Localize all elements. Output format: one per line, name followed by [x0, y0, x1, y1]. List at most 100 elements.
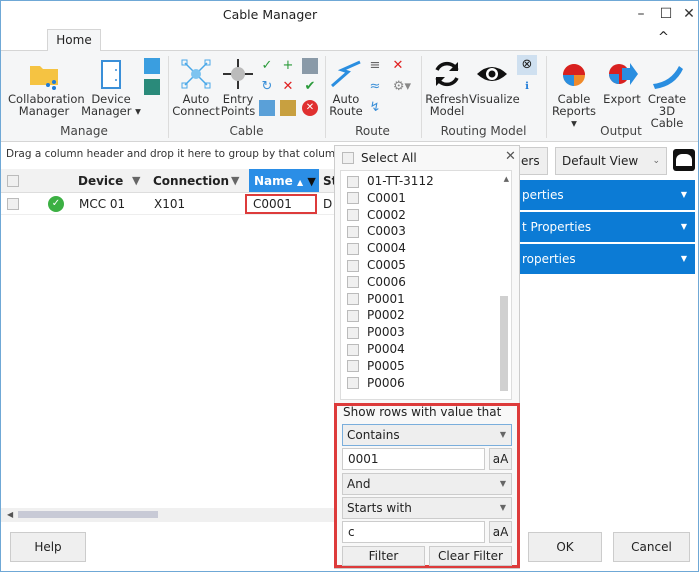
check-cable-icon[interactable]: ✓: [259, 58, 275, 74]
delete-icon[interactable]: ✕: [280, 79, 296, 95]
filter-active-icon[interactable]: ▼: [307, 175, 315, 188]
scroll-up-icon[interactable]: ▲: [504, 175, 509, 183]
section-properties[interactable]: perties ▼: [510, 180, 695, 210]
help-button[interactable]: Help: [10, 532, 86, 562]
section-properties-2[interactable]: t Properties ▼: [510, 212, 695, 242]
item-checkbox[interactable]: [347, 175, 359, 188]
match-case-toggle-2[interactable]: aA: [489, 521, 512, 543]
device-manager-button[interactable]: Device Manager ▾: [80, 58, 142, 117]
value1-input[interactable]: 0001: [342, 448, 485, 470]
landscape-view-icon[interactable]: [673, 149, 695, 171]
add-cable-icon[interactable]: +: [280, 58, 296, 74]
auto-connect-button[interactable]: Auto Connect: [172, 58, 220, 117]
item-checkbox[interactable]: [347, 209, 359, 222]
filter-button[interactable]: Filter: [342, 546, 425, 566]
monitor-icon[interactable]: [144, 58, 160, 74]
ok-button[interactable]: OK: [528, 532, 602, 562]
filter-list-item[interactable]: C0002: [347, 207, 406, 224]
item-checkbox[interactable]: [347, 192, 359, 205]
label: Visualize: [469, 92, 520, 106]
close-button[interactable]: ✕: [679, 6, 699, 22]
maximize-button[interactable]: ☐: [656, 6, 676, 22]
view-select[interactable]: Default View ⌄: [555, 147, 667, 175]
cable-table-icon[interactable]: [302, 58, 318, 74]
filter-list-item[interactable]: C0003: [347, 223, 406, 240]
entry-points-button[interactable]: Entry Points: [220, 58, 256, 117]
info-icon[interactable]: ℹ: [519, 79, 535, 95]
list-scrollbar-thumb[interactable]: [500, 296, 508, 391]
filter-list-item[interactable]: P0006: [347, 375, 405, 392]
export-button[interactable]: Export: [602, 58, 642, 105]
cancel-button[interactable]: Cancel: [613, 532, 690, 562]
group-by-panel[interactable]: Drag a column header and drop it here to…: [6, 148, 342, 160]
item-checkbox[interactable]: [347, 360, 359, 373]
row-checkbox[interactable]: [7, 198, 19, 210]
zoom-search-icon[interactable]: ⊗: [517, 55, 537, 75]
item-checkbox[interactable]: [347, 343, 359, 356]
collaboration-manager-button[interactable]: Collaboration Manager: [8, 58, 85, 117]
filter-list-item[interactable]: 01-TT-3112: [347, 173, 434, 190]
tray-icon[interactable]: [259, 100, 275, 116]
match-case-toggle-1[interactable]: aA: [489, 448, 512, 470]
tab-home[interactable]: Home: [47, 29, 101, 51]
filter-list-item[interactable]: P0001: [347, 291, 405, 308]
item-checkbox[interactable]: [347, 377, 359, 390]
scroll-left-icon[interactable]: ◀: [7, 510, 13, 519]
verify-icon[interactable]: ✔: [302, 79, 318, 95]
route-delete-icon[interactable]: ✕: [390, 58, 406, 74]
cancel-icon[interactable]: ✕: [302, 100, 318, 116]
item-checkbox[interactable]: [347, 242, 359, 255]
item-label: C0001: [367, 190, 406, 205]
filter-list-item[interactable]: C0005: [347, 257, 406, 274]
dropdown-arrow-icon: ▼: [499, 503, 506, 512]
item-checkbox[interactable]: [347, 276, 359, 289]
cable-reports-button[interactable]: Cable Reports ▾: [549, 58, 599, 129]
gear-icon[interactable]: ⚙▾: [390, 79, 414, 95]
entry-point-icon: [223, 59, 253, 89]
device-settings-icon[interactable]: [144, 79, 160, 95]
operator1-select[interactable]: Contains ▼: [342, 424, 512, 446]
select-all-checkbox[interactable]: [342, 152, 354, 164]
select-all-label[interactable]: Select All: [361, 151, 417, 165]
auto-route-button[interactable]: Auto Route: [328, 58, 364, 117]
filter-list-item[interactable]: P0004: [347, 341, 405, 358]
create-3d-cable-button[interactable]: Create 3D Cable: [642, 58, 692, 129]
operator2-value: Starts with: [347, 501, 412, 515]
column-header-connection[interactable]: Connection: [153, 169, 233, 193]
filter-list-item[interactable]: C0001: [347, 190, 406, 207]
section-properties-3[interactable]: roperties ▼: [510, 244, 695, 274]
filter-icon[interactable]: ▼: [231, 174, 239, 187]
visualize-button[interactable]: Visualize: [469, 58, 520, 105]
refresh-model-button[interactable]: Refresh Model: [425, 58, 469, 117]
column-header-device[interactable]: Device: [78, 169, 138, 193]
item-checkbox[interactable]: [347, 326, 359, 339]
filter-list-item[interactable]: P0005: [347, 358, 405, 375]
filter-icon[interactable]: ▼: [132, 174, 140, 187]
reconnect-icon[interactable]: ↻: [259, 79, 275, 95]
filter-list-item[interactable]: P0002: [347, 307, 405, 324]
value2-input[interactable]: c: [342, 521, 485, 543]
filter-list-item[interactable]: C0004: [347, 240, 406, 257]
route-path-icon[interactable]: ≈: [367, 79, 383, 95]
operator2-select[interactable]: Starts with ▼: [342, 497, 512, 519]
label: Model: [429, 104, 465, 118]
item-checkbox[interactable]: [347, 225, 359, 238]
clear-filter-button[interactable]: Clear Filter: [429, 546, 512, 566]
reroute-icon[interactable]: ↯: [367, 100, 383, 116]
item-checkbox[interactable]: [347, 309, 359, 322]
filter-value-list: 01-TT-3112 C0001 C0002 C0003 C0004 C0005 C0006…: [340, 170, 512, 400]
close-popup-icon[interactable]: ✕: [505, 149, 516, 164]
tray-edit-icon[interactable]: [280, 100, 296, 116]
route-segment-icon[interactable]: ≡: [367, 58, 383, 74]
column-header-name[interactable]: Name ▲ ▼: [249, 169, 319, 193]
item-checkbox[interactable]: [347, 293, 359, 306]
minimize-button[interactable]: –: [631, 6, 651, 22]
logic-select[interactable]: And ▼: [342, 473, 512, 495]
cell-status: D: [323, 197, 333, 211]
filter-list-item[interactable]: C0006: [347, 274, 406, 291]
collapse-ribbon-icon[interactable]: ^: [658, 30, 669, 45]
select-all-rows-checkbox[interactable]: [7, 175, 19, 187]
item-checkbox[interactable]: [347, 259, 359, 272]
filter-list-item[interactable]: P0003: [347, 324, 405, 341]
scrollbar-thumb[interactable]: [18, 511, 158, 518]
